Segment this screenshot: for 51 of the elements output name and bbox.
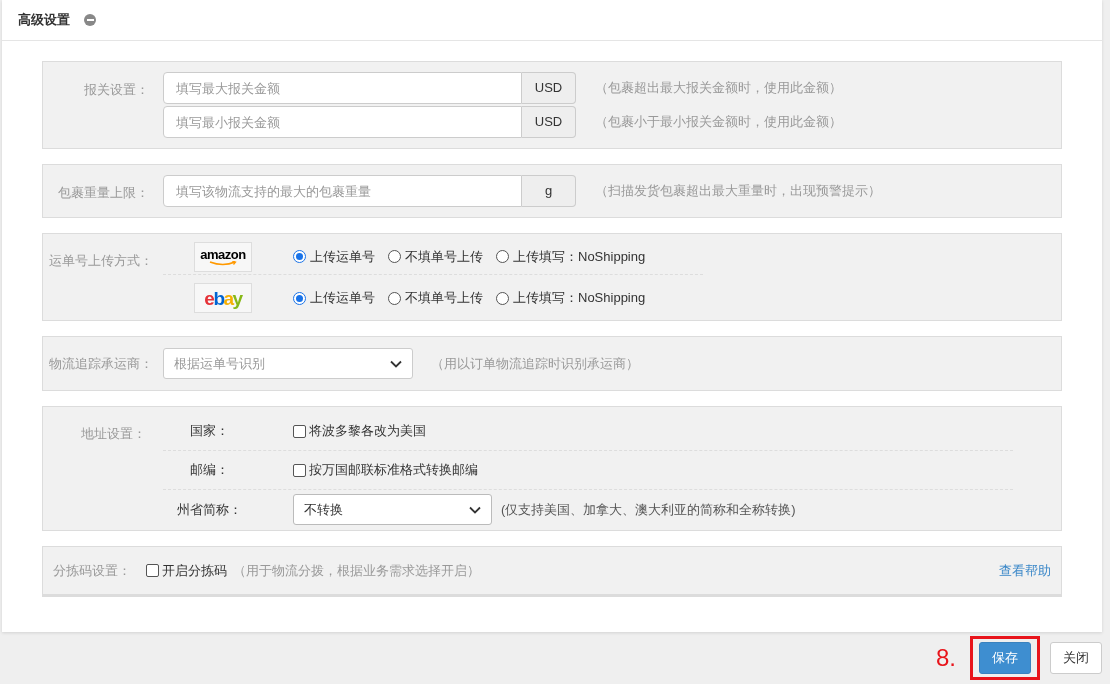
help-link[interactable]: 查看帮助: [999, 560, 1051, 581]
hint-text: （包裹超出最大报关金额时，使用此金额）: [595, 79, 842, 98]
option-label: 上传运单号: [310, 247, 375, 266]
checkbox[interactable]: [146, 564, 159, 577]
close-button[interactable]: 关闭: [1050, 642, 1102, 674]
field-label: 包裹重量上限：: [58, 184, 149, 202]
unit-addon: USD: [522, 72, 576, 104]
carrier-dropdown[interactable]: 根据运单号识别: [163, 348, 413, 379]
checkbox[interactable]: [293, 424, 306, 438]
option-label: 上传运单号: [310, 289, 375, 308]
field-label: 分拣码设置：: [53, 561, 131, 580]
radio-button[interactable]: [388, 291, 401, 305]
hint-text: （扫描发货包裹超出最大重量时，出现预警提示）: [595, 182, 881, 201]
checkbox[interactable]: [293, 463, 306, 477]
field-label: 州省简称：: [176, 500, 242, 519]
step-annotation: 8.: [936, 643, 956, 673]
input-field[interactable]: 填写最大报关金额: [163, 72, 522, 104]
chevron-down-icon: [469, 505, 481, 514]
state-dropdown[interactable]: 不转换: [293, 494, 492, 525]
field-label: 物流追踪承运商：: [49, 354, 153, 373]
hint-text: （用以订单物流追踪时识别承运商）: [431, 354, 639, 373]
collapse-icon[interactable]: [84, 14, 96, 26]
input-field[interactable]: 填写该物流支持的最大的包裹重量: [163, 175, 522, 207]
field-label: 邮编：: [189, 461, 229, 480]
checkbox-label: 按万国邮联标准格式转换邮编: [309, 461, 478, 480]
save-button[interactable]: 保存: [979, 642, 1031, 674]
input-field[interactable]: 填写最小报关金额: [163, 106, 522, 138]
option-label: 上传填写：NoShipping: [513, 247, 646, 266]
field-label: 地址设置：: [81, 425, 146, 443]
radio-button[interactable]: [293, 291, 306, 305]
field-label: 报关设置：: [84, 81, 149, 99]
option-label: 不填单号上传: [405, 247, 483, 266]
field-label: 国家：: [189, 422, 229, 441]
hint-text: （包裹小于最小报关金额时，使用此金额）: [595, 113, 842, 132]
radio-button[interactable]: [496, 291, 509, 305]
section-title: 高级设置: [18, 11, 70, 30]
option-label: 不填单号上传: [405, 289, 483, 308]
hint-text: (仅支持美国、加拿大、澳大利亚的简称和全称转换): [501, 500, 796, 519]
radio-button[interactable]: [293, 250, 306, 263]
radio-button[interactable]: [496, 250, 509, 263]
unit-addon: USD: [522, 106, 576, 138]
unit-addon: g: [522, 175, 576, 207]
checkbox-label: 将波多黎各改为美国: [309, 422, 426, 441]
logo: amazon: [194, 241, 252, 272]
hint-text: （用于物流分拨，根据业务需求选择开启）: [233, 561, 480, 580]
field-label: 运单号上传方式：: [49, 252, 153, 270]
logo: ebay: [194, 283, 252, 313]
checkbox-label: 开启分拣码: [162, 561, 227, 580]
option-label: 上传填写：NoShipping: [513, 289, 646, 308]
chevron-down-icon: [390, 359, 402, 368]
radio-button[interactable]: [388, 250, 401, 263]
